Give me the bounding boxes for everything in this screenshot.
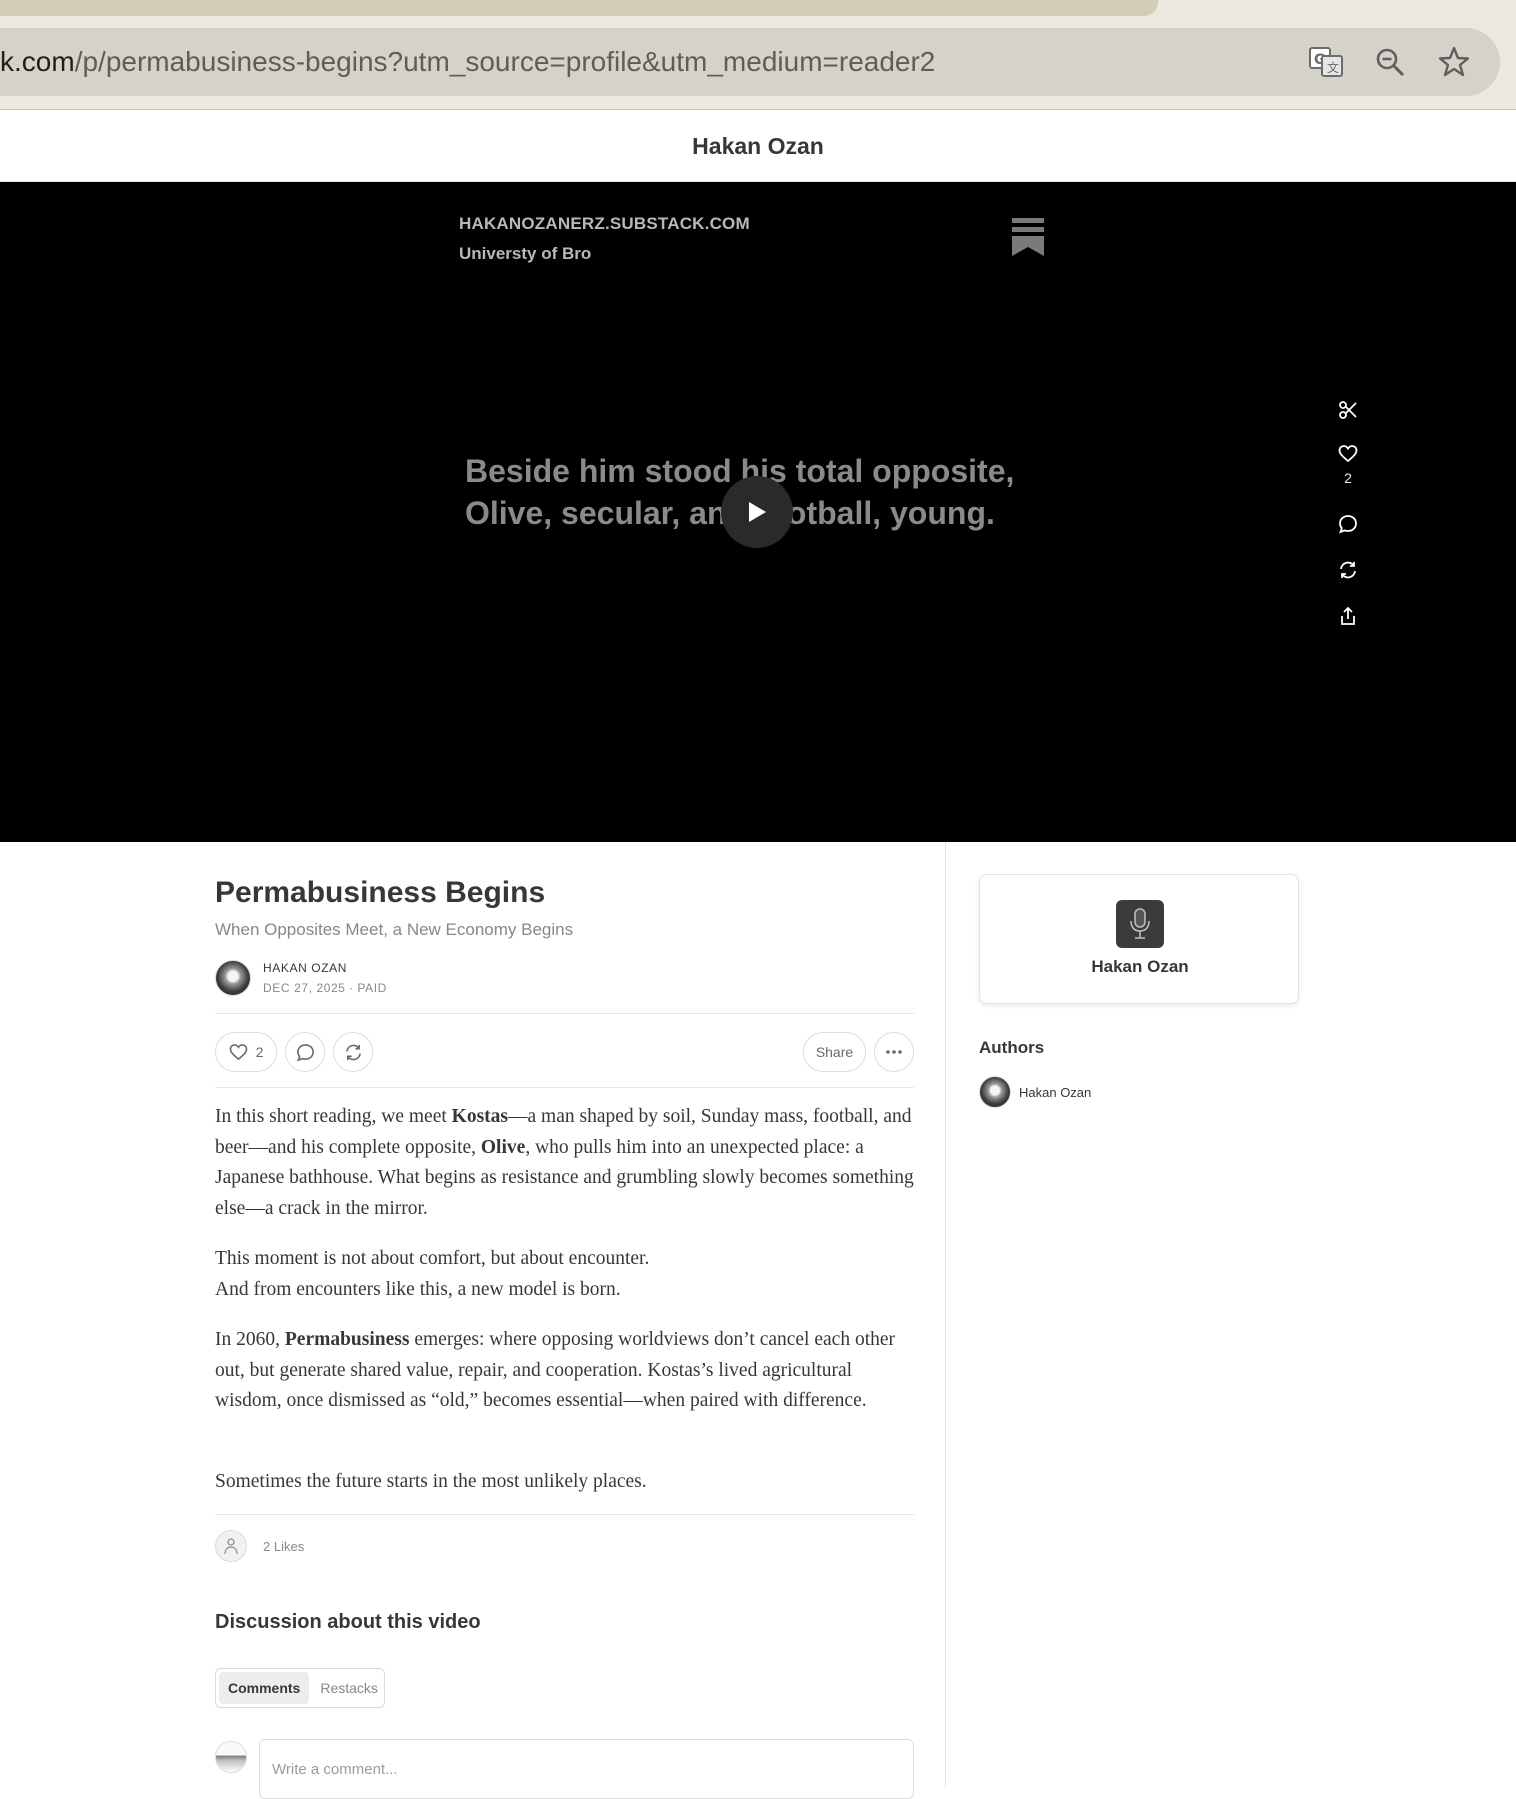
site-header: Hakan Ozan [0, 110, 1516, 182]
share-label: Share [815, 1044, 854, 1060]
tab-restacks[interactable]: Restacks [311, 1672, 387, 1704]
byline-meta: DEC 27, 2025 ∙ PAID [263, 981, 387, 995]
divider [215, 1514, 914, 1515]
body-paragraph-1: In this short reading, we meet Kostas—a … [215, 1106, 914, 1219]
video-publication-name: Universty of Bro [459, 244, 592, 263]
column-divider [945, 842, 946, 1788]
translate-icon[interactable]: G 文 [1308, 44, 1344, 80]
comment-icon[interactable] [1334, 510, 1362, 538]
like-count: 2 [255, 1044, 264, 1060]
byline-author[interactable]: HAKAN OZAN [263, 961, 347, 975]
ellipsis-icon [886, 1050, 902, 1054]
likes-summary[interactable]: 2 Likes [263, 1539, 304, 1554]
divider [215, 1087, 914, 1088]
browser-toolbar: k.com/p/permabusiness-begins?utm_source=… [0, 0, 1516, 110]
like-button[interactable]: 2 [215, 1032, 277, 1072]
svg-text:文: 文 [1327, 60, 1339, 75]
microphone-icon [1116, 900, 1164, 948]
author-avatar[interactable] [215, 960, 251, 996]
body-paragraph-2: This moment is not about comfort, but ab… [215, 1248, 650, 1300]
play-button[interactable] [721, 476, 793, 548]
more-options-button[interactable] [874, 1032, 914, 1072]
comment-button[interactable] [285, 1032, 325, 1072]
restack-button[interactable] [333, 1032, 373, 1072]
publication-card[interactable]: Hakan Ozan [979, 874, 1299, 1004]
discussion-title: Discussion about this video [215, 1611, 481, 1633]
browser-tab-strip[interactable] [0, 0, 1158, 16]
publication-card-name: Hakan Ozan [1091, 957, 1189, 976]
bookmark-star-icon[interactable] [1436, 44, 1472, 80]
authors-heading: Authors [979, 1038, 1045, 1057]
discussion-tabs: Comments Restacks [215, 1668, 385, 1708]
sidebar-author-name[interactable]: Hakan Ozan [1019, 1085, 1091, 1100]
body-paragraph-4: Sometimes the future starts in the most … [215, 1471, 647, 1492]
heart-icon [229, 1043, 247, 1060]
video-publication-domain: HAKANOZANERZ.SUBSTACK.COM [459, 214, 750, 233]
video-like-count: 2 [1344, 470, 1352, 486]
share-icon[interactable] [1334, 602, 1362, 630]
restack-icon[interactable] [1334, 556, 1362, 584]
site-title[interactable]: Hakan Ozan [0, 110, 1516, 182]
zoom-icon[interactable] [1372, 44, 1408, 80]
share-button[interactable]: Share [803, 1032, 866, 1072]
address-bar[interactable]: k.com/p/permabusiness-begins?utm_source=… [0, 28, 1500, 96]
video-player[interactable]: HAKANOZANERZ.SUBSTACK.COM Universty of B… [0, 182, 1516, 842]
post-date: DEC 27, 2025 [263, 981, 346, 995]
restack-icon [345, 1044, 361, 1060]
comment-icon [296, 1043, 314, 1061]
url-text[interactable]: k.com/p/permabusiness-begins?utm_source=… [0, 28, 935, 96]
sidebar-author-avatar[interactable] [979, 1076, 1011, 1108]
post-title: Permabusiness Begins [215, 876, 546, 909]
post-access: PAID [357, 981, 387, 995]
clip-icon[interactable] [1334, 396, 1362, 424]
body-paragraph-3: In 2060, Permabusiness emerges: where op… [215, 1329, 896, 1411]
liker-avatar[interactable] [215, 1530, 247, 1562]
tab-comments[interactable]: Comments [219, 1672, 310, 1704]
substack-logo-icon [1012, 218, 1044, 261]
comment-input[interactable] [259, 1739, 914, 1799]
divider [215, 1013, 914, 1014]
current-user-avatar [215, 1741, 247, 1773]
post-subtitle: When Opposites Meet, a New Economy Begin… [215, 920, 574, 939]
play-icon [749, 502, 766, 522]
like-icon[interactable] [1334, 440, 1362, 468]
